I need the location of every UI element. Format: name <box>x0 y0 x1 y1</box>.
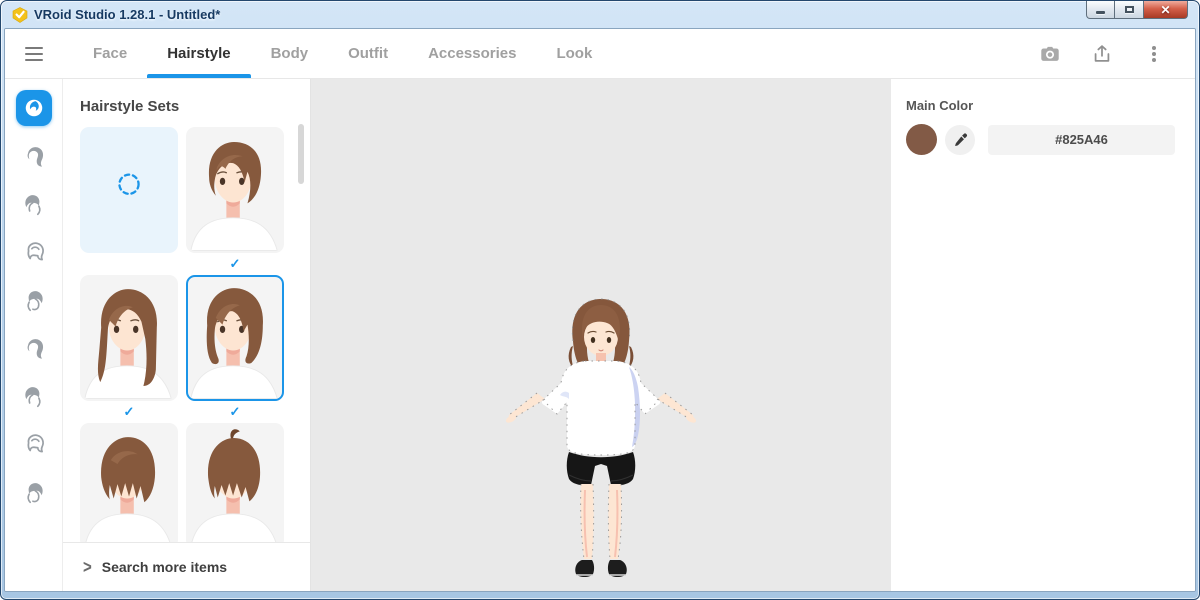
hairstyle-thumbnail-ahoge[interactable] <box>186 423 284 542</box>
hairstyle-sets-icon[interactable] <box>16 90 52 126</box>
tab-hairstyle[interactable]: Hairstyle <box>147 29 250 78</box>
window-frame: VRoid Studio 1.28.1 - Untitled* ✕ FaceHa… <box>0 0 1200 600</box>
tab-look[interactable]: Look <box>536 29 612 78</box>
applied-checkmark <box>80 253 178 275</box>
chevron-right-icon: > <box>83 557 92 577</box>
main-color-label: Main Color <box>906 98 1175 113</box>
panel-scrollbar[interactable] <box>298 124 304 184</box>
minimize-button[interactable] <box>1086 1 1115 19</box>
applied-checkmark: ✓ <box>186 253 284 275</box>
eyedropper-icon <box>952 132 968 148</box>
hair-category-sidebar <box>5 79 63 591</box>
search-more-items-button[interactable]: > Search more items <box>63 542 310 591</box>
tab-outfit[interactable]: Outfit <box>328 29 408 78</box>
camera-icon[interactable] <box>1037 41 1063 67</box>
applied-checkmark: ✓ <box>186 401 284 423</box>
hair-category-3-icon[interactable] <box>16 186 52 222</box>
hair-category-6-icon[interactable] <box>16 330 52 366</box>
hairstyle-thumbnail-long[interactable] <box>80 275 178 401</box>
vroid-logo-icon <box>12 7 28 23</box>
hairstyle-thumbnail-grid: ✓ ✓ ✓ <box>63 127 310 542</box>
hair-category-4-icon[interactable] <box>16 234 52 270</box>
tab-body[interactable]: Body <box>251 29 329 78</box>
hairstyle-thumbnail-wavy-bob[interactable] <box>186 275 284 401</box>
hairstyle-thumbnail-none[interactable] <box>80 127 178 253</box>
tab-accessories[interactable]: Accessories <box>408 29 536 78</box>
maximize-button[interactable] <box>1115 1 1143 19</box>
tab-face[interactable]: Face <box>73 29 147 78</box>
close-button[interactable]: ✕ <box>1143 1 1188 19</box>
main-color-swatch[interactable] <box>906 124 937 155</box>
hairstyle-thumbnail-shaggy[interactable] <box>80 423 178 542</box>
inspector-panel: Main Color #825A46 <box>891 79 1195 591</box>
hair-category-8-icon[interactable] <box>16 426 52 462</box>
window-title: VRoid Studio 1.28.1 - Untitled* <box>34 7 220 22</box>
export-icon[interactable] <box>1089 41 1115 67</box>
hairstyle-sets-panel: Hairstyle Sets ✓ ✓ ✓ > Search more items <box>63 79 311 591</box>
hair-category-7-icon[interactable] <box>16 378 52 414</box>
3d-viewport[interactable] <box>311 79 891 591</box>
top-navbar: FaceHairstyleBodyOutfitAccessoriesLook <box>5 29 1195 79</box>
eyedropper-button[interactable] <box>945 125 975 155</box>
hex-color-input[interactable]: #825A46 <box>988 125 1175 155</box>
applied-checkmark: ✓ <box>80 401 178 423</box>
main-tabs: FaceHairstyleBodyOutfitAccessoriesLook <box>73 29 612 78</box>
hair-category-9-icon[interactable] <box>16 474 52 510</box>
character-model <box>481 295 721 585</box>
hamburger-menu-icon[interactable] <box>5 29 63 78</box>
hair-category-5-icon[interactable] <box>16 282 52 318</box>
hair-category-2-icon[interactable] <box>16 138 52 174</box>
titlebar: VRoid Studio 1.28.1 - Untitled* ✕ <box>4 1 1196 28</box>
kebab-menu-icon[interactable] <box>1141 41 1167 67</box>
hairstyle-thumbnail-short[interactable] <box>186 127 284 253</box>
app-window: FaceHairstyleBodyOutfitAccessoriesLook H… <box>4 28 1196 592</box>
panel-title: Hairstyle Sets <box>63 79 310 127</box>
nav-actions <box>1037 29 1195 78</box>
